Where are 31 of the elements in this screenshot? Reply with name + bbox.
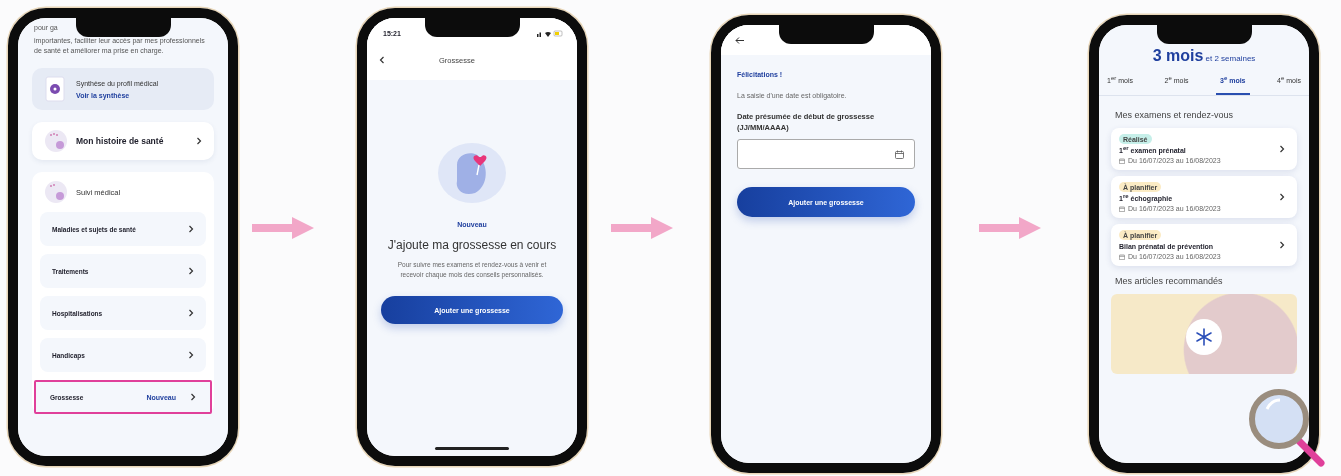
chevron-right-icon: [196, 136, 202, 146]
back-chevron-icon: [379, 55, 385, 65]
chevron-right-icon: [1279, 144, 1285, 154]
calendar-icon: [1119, 205, 1125, 212]
chevron-right-icon: [188, 224, 194, 234]
arrow-right-icon: [252, 215, 314, 241]
chevron-right-icon: [190, 392, 196, 402]
back-arrow-icon[interactable]: [735, 36, 744, 44]
health-history-card[interactable]: Mon histoire de santé: [32, 122, 214, 160]
calendar-icon: [1119, 253, 1125, 260]
arrow-right-icon: [611, 215, 673, 241]
section-heading: Mes examens et rendez-vous: [1115, 110, 1235, 120]
arrow-right-icon: [979, 215, 1041, 241]
dots-circle-icon: [44, 129, 68, 153]
article-image[interactable]: [1111, 294, 1297, 374]
chevron-right-icon: [188, 266, 194, 276]
card-label: Mon histoire de santé: [76, 136, 165, 146]
calendar-icon: [1119, 157, 1125, 164]
calendar-icon: [895, 149, 904, 159]
section-heading: Mes articles recommandés: [1115, 276, 1224, 286]
chevron-right-icon: [1279, 192, 1285, 202]
chevron-right-icon: [188, 308, 194, 318]
heading: J'ajoute ma grossesse en cours: [387, 238, 557, 252]
document-icon: [44, 76, 66, 102]
snowflake-icon: [1195, 328, 1213, 346]
chevron-right-icon: [188, 350, 194, 360]
date-input-field[interactable]: [737, 139, 915, 169]
pregnancy-duration: 3 mois et 2 semaines: [1151, 47, 1257, 65]
dots-circle-icon: [44, 180, 68, 204]
chevron-right-icon: [1279, 240, 1285, 250]
status-icons: [537, 29, 563, 37]
